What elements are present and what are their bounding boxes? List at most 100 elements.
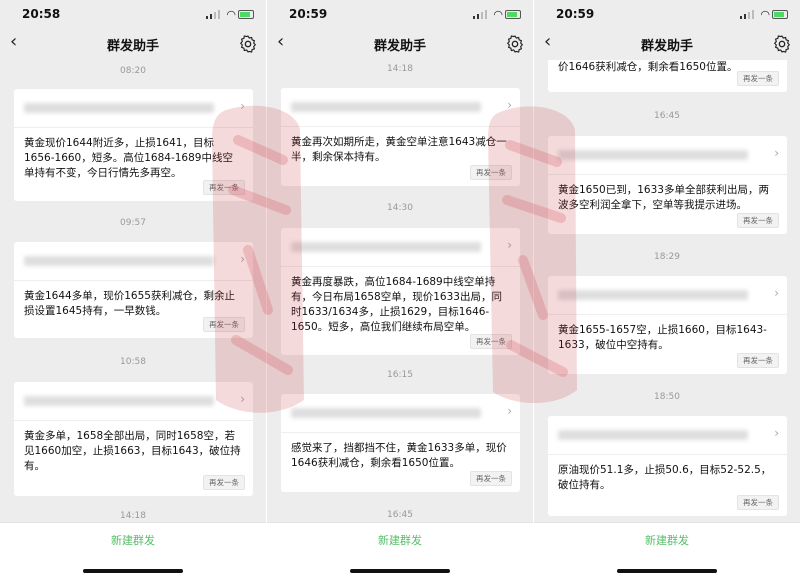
broadcast-card[interactable]: › 黄金再度暴跌，高位1684-1689中线空单持有，今日布局1658空单，现价… [281, 228, 520, 355]
timestamp: 09:57 [120, 218, 146, 228]
message-text: 黄金多单，1658全部出局，同时1658空，若见1660加空，止损1663，目标… [24, 430, 241, 472]
timestamp: 14:18 [387, 64, 413, 74]
message-list[interactable]: 14:18 › 黄金再次如期所走，黄金空单注意1643减仓一半，剩余保本持有。 … [267, 60, 533, 522]
chevron-right-icon: › [774, 426, 779, 440]
gear-icon[interactable] [238, 34, 258, 54]
chevron-right-icon: › [507, 238, 512, 252]
status-bar: 20:59 ◠ [267, 0, 533, 28]
signal-icon [740, 10, 754, 19]
battery-icon [772, 10, 788, 19]
timestamp: 14:18 [120, 511, 146, 521]
bottom-bar: 新建群发 [0, 522, 266, 577]
chat-screen-3: 20:59 ◠ ‹ 群发助手 价1646获利减仓，剩余看1650位置。 再发一条… [534, 0, 800, 577]
broadcast-card[interactable]: › 感觉来了，挡都挡不住，黄金1633多单，现价1646获利减仓，剩余看1650… [281, 394, 520, 492]
recipients-blurred [24, 103, 214, 113]
nav-bar: ‹ 群发助手 [267, 28, 533, 60]
chevron-right-icon: › [774, 286, 779, 300]
resend-button[interactable]: 再发一条 [203, 475, 245, 490]
timestamp: 14:30 [387, 203, 413, 213]
chevron-right-icon: › [240, 99, 245, 113]
recipients-row[interactable]: › [14, 382, 253, 421]
bottom-bar: 新建群发 [267, 522, 533, 577]
message-list[interactable]: 价1646获利减仓，剩余看1650位置。 再发一条 16:45 › 黄金1650… [534, 60, 800, 522]
recipients-row[interactable]: › [14, 242, 253, 281]
recipients-row[interactable]: › [548, 136, 787, 175]
resend-button[interactable]: 再发一条 [470, 471, 512, 486]
gear-icon[interactable] [772, 34, 792, 54]
message-text: 感觉来了，挡都挡不住，黄金1633多单，现价1646获利减仓，剩余看1650位置… [291, 442, 507, 469]
broadcast-card[interactable]: › 原油现价51.1多，止损50.6，目标52-52.5，破位持有。 再发一条 [548, 416, 787, 516]
recipients-row[interactable]: › [281, 88, 520, 127]
signal-icon [206, 10, 220, 19]
chevron-right-icon: › [240, 252, 245, 266]
recipients-blurred [24, 256, 214, 266]
recipients-blurred [24, 396, 214, 406]
gear-icon[interactable] [505, 34, 525, 54]
wifi-icon: ◠ [226, 8, 236, 21]
home-indicator [617, 569, 717, 573]
status-bar: 20:58 ◠ [0, 0, 266, 28]
message-text: 黄金1644多单，现价1655获利减仓，剩余止损设置1645持有，一早数钱。 [24, 290, 235, 317]
resend-button[interactable]: 再发一条 [737, 71, 779, 86]
nav-bar: ‹ 群发助手 [534, 28, 800, 60]
resend-button[interactable]: 再发一条 [470, 165, 512, 180]
message-text: 黄金1655-1657空，止损1660，目标1643-1633，破位中空持有。 [558, 324, 767, 351]
broadcast-card[interactable]: › 黄金1650已到，1633多单全部获利出局，两波多空利润全拿下，空单等我提示… [548, 136, 787, 234]
timestamp: 08:20 [120, 66, 146, 76]
broadcast-card[interactable]: › 黄金1644多单，现价1655获利减仓，剩余止损设置1645持有，一早数钱。… [14, 242, 253, 338]
broadcast-card[interactable]: › 黄金再次如期所走，黄金空单注意1643减仓一半，剩余保本持有。 再发一条 [281, 88, 520, 186]
chat-screen-1: 20:58 ◠ ‹ 群发助手 08:20 › 黄金现价1644附近多，止损164… [0, 0, 266, 577]
new-broadcast-button[interactable]: 新建群发 [267, 532, 533, 548]
broadcast-card[interactable]: › 黄金1655-1657空，止损1660，目标1643-1633，破位中空持有… [548, 276, 787, 374]
recipients-blurred [558, 290, 748, 300]
status-time: 20:59 [289, 7, 328, 21]
status-time: 20:59 [556, 7, 595, 21]
recipients-row[interactable]: › [281, 394, 520, 433]
timestamp: 16:45 [654, 111, 680, 121]
page-title: 群发助手 [373, 39, 426, 54]
resend-button[interactable]: 再发一条 [470, 334, 512, 349]
signal-icon [473, 10, 487, 19]
message-text: 黄金再度暴跌，高位1684-1689中线空单持有，今日布局1658空单，现价16… [291, 276, 502, 333]
message-text: 黄金再次如期所走，黄金空单注意1643减仓一半，剩余保本持有。 [291, 136, 507, 163]
battery-icon [505, 10, 521, 19]
status-time: 20:58 [22, 7, 61, 21]
status-bar: 20:59 ◠ [534, 0, 800, 28]
nav-bar: ‹ 群发助手 [0, 28, 266, 60]
wifi-icon: ◠ [760, 8, 770, 21]
timestamp: 10:58 [120, 357, 146, 367]
recipients-row[interactable]: › [548, 276, 787, 315]
recipients-blurred [291, 102, 481, 112]
resend-button[interactable]: 再发一条 [737, 495, 779, 510]
recipients-row[interactable]: › [14, 89, 253, 128]
new-broadcast-button[interactable]: 新建群发 [534, 532, 800, 548]
timestamp: 18:50 [654, 392, 680, 402]
resend-button[interactable]: 再发一条 [737, 213, 779, 228]
chevron-right-icon: › [774, 146, 779, 160]
recipients-row[interactable]: › [548, 416, 787, 455]
recipients-blurred [291, 242, 481, 252]
chevron-right-icon: › [507, 404, 512, 418]
recipients-blurred [558, 430, 748, 440]
broadcast-card[interactable]: › 黄金现价1644附近多，止损1641，目标1656-1660，短多。高位16… [14, 89, 253, 201]
message-text: 原油现价51.1多，止损50.6，目标52-52.5，破位持有。 [558, 464, 772, 491]
timestamp: 18:29 [654, 252, 680, 262]
recipients-row[interactable]: › [281, 228, 520, 267]
message-list[interactable]: 08:20 › 黄金现价1644附近多，止损1641，目标1656-1660，短… [0, 60, 266, 522]
chevron-right-icon: › [507, 98, 512, 112]
resend-button[interactable]: 再发一条 [737, 353, 779, 368]
chat-screen-2: 20:59 ◠ ‹ 群发助手 14:18 › 黄金再次如期所走，黄金空单注意16… [267, 0, 533, 577]
bottom-bar: 新建群发 [534, 522, 800, 577]
resend-button[interactable]: 再发一条 [203, 317, 245, 332]
new-broadcast-button[interactable]: 新建群发 [0, 532, 266, 548]
recipients-blurred [291, 408, 481, 418]
chevron-right-icon: › [240, 392, 245, 406]
broadcast-card[interactable]: › 黄金多单，1658全部出局，同时1658空，若见1660加空，止损1663，… [14, 382, 253, 496]
broadcast-card[interactable]: 价1646获利减仓，剩余看1650位置。 再发一条 [548, 60, 787, 92]
wifi-icon: ◠ [493, 8, 503, 21]
resend-button[interactable]: 再发一条 [203, 180, 245, 195]
recipients-blurred [558, 150, 748, 160]
page-title: 群发助手 [106, 39, 159, 54]
message-text: 黄金1650已到，1633多单全部获利出局，两波多空利润全拿下，空单等我提示进场… [558, 184, 769, 211]
battery-icon [238, 10, 254, 19]
